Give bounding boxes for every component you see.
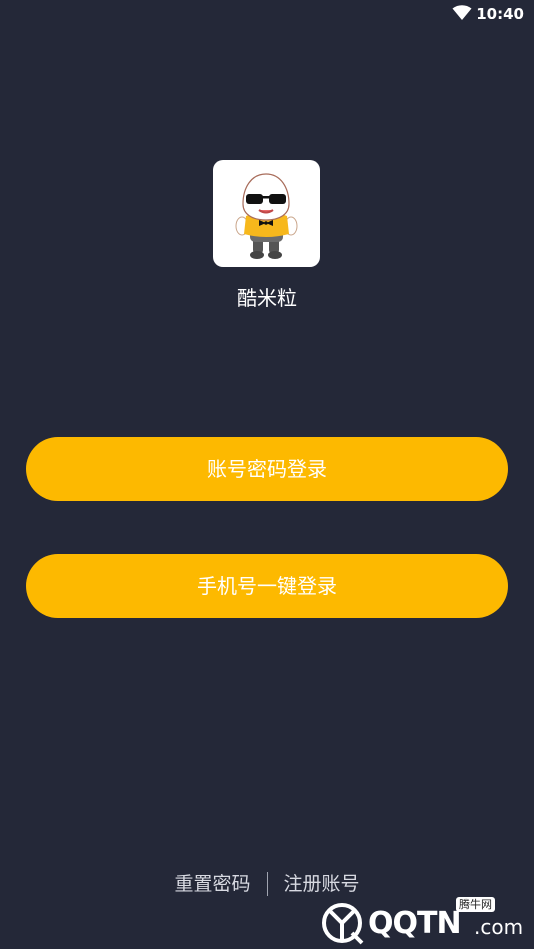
watermark-logo-icon <box>322 903 364 945</box>
footer-links: 重置密码 注册账号 <box>0 869 534 897</box>
rice-mascot-icon <box>235 173 298 259</box>
reset-password-link[interactable]: 重置密码 <box>174 870 250 898</box>
status-bar: 10:40 <box>0 0 534 30</box>
app-name: 酷米粒 <box>237 286 297 310</box>
status-time: 10:40 <box>476 5 524 23</box>
watermark-logo-text: QQTN <box>368 906 462 941</box>
watermark-suffix: .com <box>474 915 524 939</box>
app-icon <box>213 160 320 267</box>
watermark: QQTN .com 腾牛网 <box>316 897 526 945</box>
footer-divider <box>266 871 268 896</box>
wifi-icon <box>452 5 472 20</box>
phone-one-click-login-button[interactable]: 手机号一键登录 <box>26 554 508 618</box>
watermark-badge: 腾牛网 <box>456 897 495 912</box>
register-account-link[interactable]: 注册账号 <box>284 870 360 898</box>
account-password-login-button[interactable]: 账号密码登录 <box>26 437 508 501</box>
